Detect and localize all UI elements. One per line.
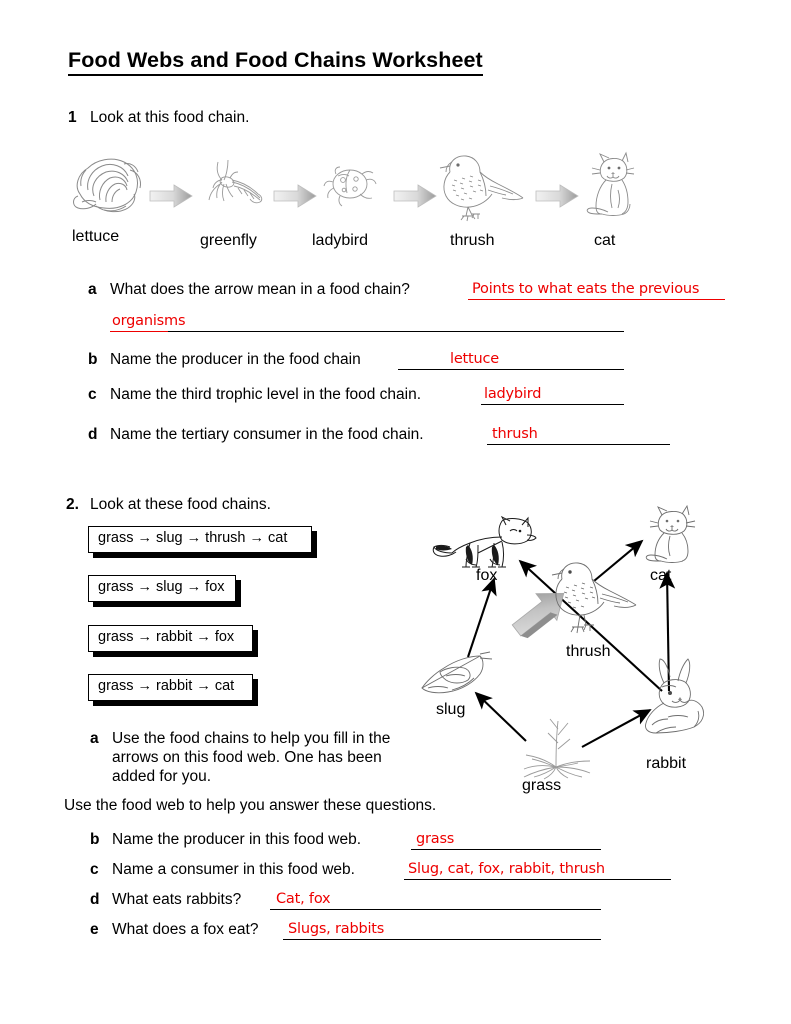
q1-item-d-text: Name the tertiary consumer in the food c… (110, 426, 424, 443)
q1-item-b-letter: b (88, 351, 98, 368)
slug-icon (418, 650, 500, 700)
q1-item-b-text: Name the producer in the food chain (110, 351, 361, 368)
q1-item-c-text: Name the third trophic level in the food… (110, 386, 422, 403)
q1-item-d-letter: d (88, 426, 98, 443)
q2-item-b-rule (411, 849, 601, 850)
chain-box-3: grass → rabbit → fox (88, 625, 253, 652)
q1-item-c-answer[interactable]: ladybird (484, 386, 541, 402)
chain-arrow-4-icon (534, 183, 580, 209)
q1-item-a-text: What does the arrow mean in a food chain… (110, 281, 410, 298)
q1-item-a-answer-continued[interactable]: organisms (112, 313, 186, 329)
question-1-number: 1 (68, 109, 77, 126)
chain-label-thrush: thrush (450, 232, 495, 249)
q1-item-d-answer[interactable]: thrush (492, 426, 538, 442)
chain-label-lettuce: lettuce (72, 228, 120, 245)
q2-item-e-rule (283, 939, 601, 940)
q2-item-d-rule (270, 909, 601, 910)
ladybird-icon (322, 160, 378, 212)
q1-item-a-answer[interactable]: Points to what eats the previous (472, 281, 699, 297)
chain-box-2: grass → slug → fox (88, 575, 236, 602)
chain-label-ladybird: ladybird (312, 232, 369, 249)
web-label-thrush: thrush (566, 643, 611, 660)
q1-item-b-answer[interactable]: lettuce (450, 351, 499, 367)
cat-icon (578, 150, 640, 222)
q2-item-a-line1: Use the food chains to help you fill in … (112, 730, 391, 747)
question-1-prompt: Look at this food chain. (90, 109, 250, 126)
q2-item-e-letter: e (90, 921, 99, 938)
q2-item-d-answer[interactable]: Cat, fox (276, 891, 331, 907)
question-2-prompt: Look at these food chains. (90, 496, 271, 513)
lettuce-icon (68, 150, 146, 222)
web-label-cat: cat (650, 567, 672, 584)
q2-item-d-text: What eats rabbits? (112, 891, 242, 908)
q2-item-d-letter: d (90, 891, 100, 908)
web-thrush-icon (540, 557, 640, 647)
q2-item-e-text: What does a fox eat? (112, 921, 259, 938)
chain-box-1: grass → slug → thrush → cat (88, 526, 312, 553)
q2-item-c-answer[interactable]: Slug, cat, fox, rabbit, thrush (408, 861, 605, 877)
food-web-diagram: fox cat thrush slug grass rabbit (410, 504, 740, 810)
q2-item-e-answer[interactable]: Slugs, rabbits (288, 921, 384, 937)
q1-item-c-rule (481, 404, 624, 405)
q2-item-a-letter: a (90, 730, 99, 747)
q2-item-a-line3: added for you. (112, 768, 212, 785)
rabbit-icon (638, 657, 714, 735)
grass-icon (512, 715, 602, 781)
fox-icon (432, 515, 538, 573)
q2-item-b-answer[interactable]: grass (416, 831, 454, 847)
arrow-slug-to-fox (467, 577, 497, 658)
q1-item-d-rule (487, 444, 670, 445)
chain-arrow-1-icon (148, 183, 194, 209)
web-label-slug: slug (436, 701, 466, 718)
q1-item-b-rule (398, 369, 624, 370)
chain-arrow-2-icon (272, 183, 318, 209)
q2-item-c-rule (404, 879, 671, 880)
q2-item-b-text: Name the producer in this food web. (112, 831, 361, 848)
thrush-icon (428, 150, 528, 224)
q1-item-a-rule-cont (168, 331, 624, 332)
chain-label-cat: cat (594, 232, 616, 249)
question-2-number: 2. (66, 496, 79, 513)
q1-item-c-letter: c (88, 386, 97, 403)
q2-item-b-letter: b (90, 831, 100, 848)
q2-item-c-letter: c (90, 861, 99, 878)
greenfly-icon (198, 158, 270, 216)
web-label-rabbit: rabbit (646, 755, 687, 772)
q1-item-a-rule (468, 299, 725, 300)
web-label-fox: fox (476, 567, 498, 584)
q2-item-c-text: Name a consumer in this food web. (112, 861, 355, 878)
chain-label-greenfly: greenfly (200, 232, 257, 249)
food-web-instruction: Use the food web to help you answer thes… (64, 797, 437, 814)
q2-item-a-line2: arrows on this food web. One has been (112, 749, 382, 766)
q1-item-a-rule-cont-red (110, 331, 168, 332)
worksheet-page: Food Webs and Food Chains Worksheet 1 Lo… (0, 0, 791, 1024)
q1-item-a-letter: a (88, 281, 97, 298)
chain-box-4: grass → rabbit → cat (88, 674, 253, 701)
web-label-grass: grass (522, 777, 562, 794)
web-cat-icon (642, 504, 704, 567)
page-title: Food Webs and Food Chains Worksheet (68, 48, 483, 76)
